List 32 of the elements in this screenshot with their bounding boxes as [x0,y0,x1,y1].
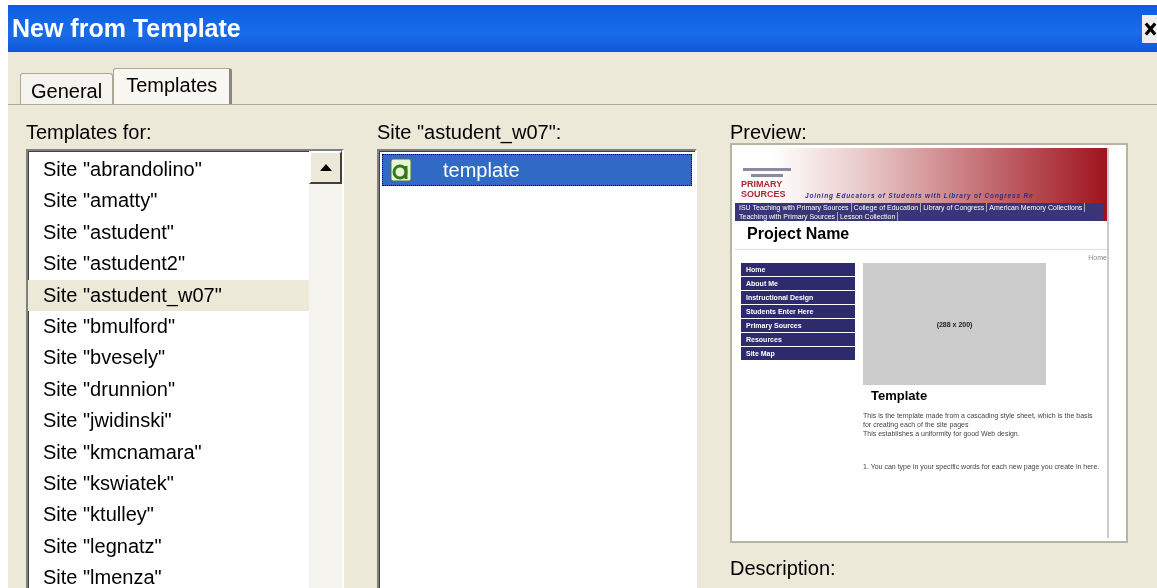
scrollbar[interactable] [309,151,342,588]
list-label: Templates for: [26,121,153,145]
preview-label: Preview: [730,121,808,145]
site-item[interactable]: Site "ktulley" [28,499,309,531]
site-item[interactable]: Site "bmulford" [28,310,309,343]
section-title: Template [870,387,929,405]
logo-drawing [741,167,793,179]
site-item[interactable]: Site "amatty" [28,185,309,217]
site-item[interactable]: Site "astudent_w07" [28,279,309,311]
site-item[interactable]: Site "kswiatek" [28,467,309,500]
logo-text: PRIMARY SOURCES [741,179,787,199]
site-item[interactable]: Site "legnatz" [28,530,309,563]
site-item[interactable]: Site "abrandolino" [28,154,309,186]
page-heading: Project Name [746,224,851,244]
site-item[interactable]: Site "bvesely" [28,342,309,374]
site-item[interactable]: Site "lmenza" [28,562,309,588]
site-item[interactable]: Site "astudent2" [28,248,309,280]
template-item[interactable]: template [382,154,692,186]
tab[interactable]: General [20,73,114,104]
site-item[interactable]: Site "kmcnamara" [28,436,309,468]
up-arrow-icon [319,164,332,171]
window-title: New from Template [11,14,241,43]
close-button[interactable] [1142,14,1157,43]
tab[interactable]: Templates [113,68,233,104]
description-label: Description: [730,557,837,581]
site-item[interactable]: Site "drunnion" [28,373,309,406]
list-label: Site "astudent_w07": [377,121,563,146]
site-item[interactable]: Site "astudent" [28,216,309,249]
site-item[interactable]: Site "jwidinski" [28,405,309,437]
file-icon [389,158,413,182]
scroll-up-button[interactable] [309,151,342,184]
close-icon [1144,20,1157,37]
